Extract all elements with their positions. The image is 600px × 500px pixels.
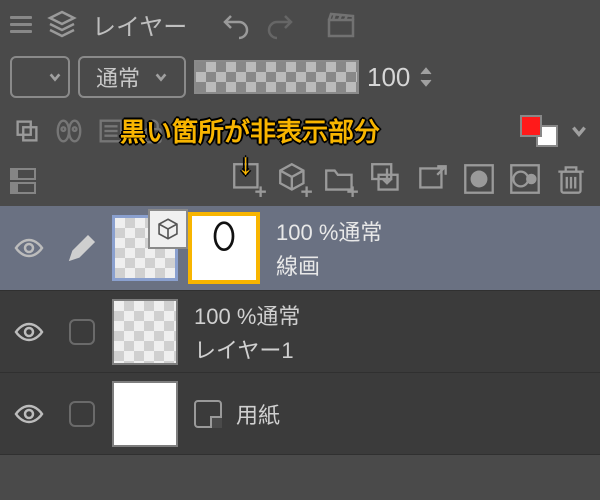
panel-title: レイヤー — [92, 7, 187, 42]
opacity-spinner[interactable] — [418, 66, 434, 88]
layer-thumbnail[interactable] — [112, 381, 178, 447]
layer-opacity-label: 100 %通常 — [276, 215, 382, 247]
layer-name: レイヤー1 — [194, 333, 300, 365]
chevron-down-icon[interactable] — [570, 122, 588, 140]
foreground-color-swatch[interactable] — [520, 115, 542, 137]
redo-icon[interactable] — [265, 8, 297, 40]
new-folder-icon[interactable] — [322, 160, 360, 198]
merge-down-icon[interactable] — [414, 160, 452, 198]
trash-icon[interactable] — [552, 160, 590, 198]
layer-item-2[interactable]: 用紙 — [0, 373, 600, 455]
chevron-up-icon[interactable] — [418, 66, 434, 76]
layer-mask-thumbnail[interactable] — [188, 212, 260, 284]
menu-icon[interactable] — [10, 16, 32, 33]
layer-mask-icon[interactable] — [460, 160, 498, 198]
layer-name: 線画 — [276, 249, 382, 281]
opacity-value: 100 — [367, 62, 410, 93]
draft-icon[interactable] — [96, 116, 126, 146]
new-3d-layer-icon[interactable] — [276, 160, 314, 198]
layer-thumbnail[interactable] — [112, 299, 178, 365]
eye-icon[interactable] — [13, 316, 45, 348]
layers-list: 100 %通常 線画 100 %通常 レイヤー1 — [0, 206, 600, 455]
layer-color-chip[interactable] — [10, 56, 70, 98]
3d-badge — [148, 209, 188, 249]
clip-mask-icon[interactable] — [12, 116, 42, 146]
layer-item-0[interactable]: 100 %通常 線画 — [0, 206, 600, 291]
transfer-down-icon[interactable] — [368, 160, 406, 198]
clapboard-icon[interactable] — [325, 8, 357, 40]
layer-options-row: 黒い箇所が非表示部分 — [0, 106, 600, 156]
layer-flag-checkbox[interactable] — [69, 319, 95, 345]
layer-actions-row — [0, 156, 600, 202]
undo-icon[interactable] — [219, 8, 251, 40]
layer-flag-checkbox[interactable] — [69, 401, 95, 427]
layer-properties-row: 通常 100 — [0, 48, 600, 106]
new-layer-icon[interactable] — [230, 160, 268, 198]
lock-icon[interactable] — [138, 116, 168, 146]
opacity-slider[interactable] — [194, 60, 359, 94]
pane-toggle-icon[interactable] — [8, 166, 38, 196]
layer-opacity-label: 100 %通常 — [194, 299, 300, 331]
apply-mask-icon[interactable] — [506, 160, 544, 198]
panel-header: レイヤー — [0, 0, 600, 48]
layers-icon[interactable] — [46, 8, 78, 40]
eye-icon[interactable] — [13, 232, 45, 264]
reference-layer-icon[interactable] — [54, 116, 84, 146]
chevron-down-icon — [154, 70, 168, 84]
pencil-icon[interactable] — [66, 232, 98, 264]
layer-item-1[interactable]: 100 %通常 レイヤー1 — [0, 291, 600, 373]
blend-mode-label: 通常 — [96, 61, 140, 93]
layer-name: 用紙 — [236, 398, 280, 430]
color-swatches[interactable] — [520, 115, 558, 147]
chevron-down-icon[interactable] — [418, 78, 434, 88]
eye-icon[interactable] — [13, 398, 45, 430]
chevron-down-icon — [48, 70, 62, 84]
paper-icon — [194, 400, 222, 428]
blend-mode-select[interactable]: 通常 — [78, 56, 186, 98]
